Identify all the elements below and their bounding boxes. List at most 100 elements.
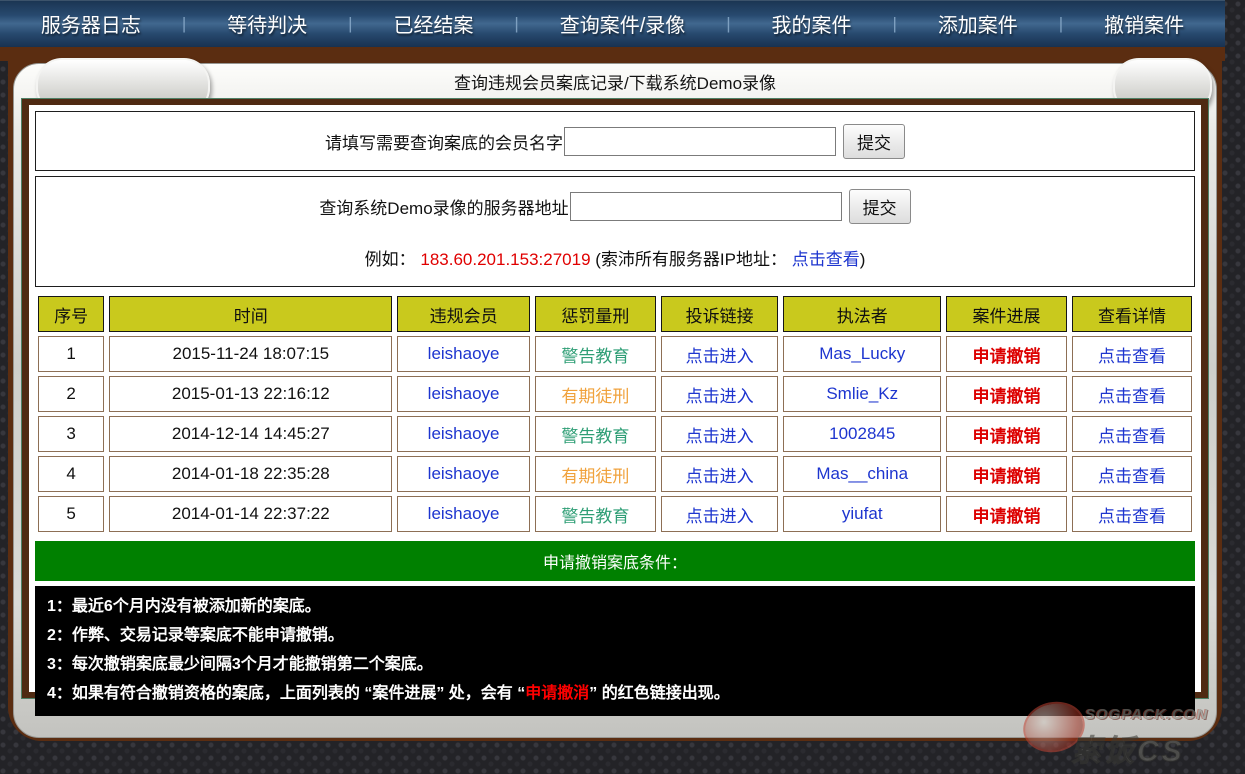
cell-penalty: 警告教育 [534, 496, 656, 532]
member-query-submit-button[interactable]: 提交 [843, 124, 905, 159]
complaint-link[interactable]: 点击进入 [686, 387, 754, 406]
nav-separator: | [181, 13, 187, 33]
example-line: 例如： 183.60.201.153:27019 (索沛所有服务器IP地址： 点… [36, 235, 1194, 286]
cell-detail: 点击查看 [1072, 336, 1192, 372]
cell-progress: 申请撤销 [946, 496, 1068, 532]
cell-member: leishaoye [397, 416, 530, 452]
member-query-box: 请填写需要查询案底的会员名字 提交 [35, 111, 1195, 171]
apply-revoke-link[interactable]: 申请撤销 [973, 427, 1041, 446]
apply-revoke-link[interactable]: 申请撤销 [973, 507, 1041, 526]
member-link[interactable]: leishaoye [428, 384, 500, 403]
condition-line-1: 1：最近6个月内没有被添加新的案底。 [47, 598, 321, 615]
enforcer-link[interactable]: Mas__china [816, 464, 908, 483]
revoke-conditions-bar: 申请撤销案底条件： [35, 541, 1195, 581]
example-middle-text: (索沛所有服务器IP地址： [590, 250, 792, 269]
col-header-progress: 案件进展 [946, 296, 1068, 332]
enforcer-link[interactable]: Mas_Lucky [819, 344, 905, 363]
content-area: 请填写需要查询案底的会员名字 提交 查询系统Demo录像的服务器地址 提交 例如： … [29, 105, 1201, 716]
penalty-label: 有期徒刑 [561, 466, 630, 486]
cell-no: 3 [38, 416, 105, 452]
cell-progress: 申请撤销 [946, 416, 1068, 452]
cell-penalty: 警告教育 [534, 336, 656, 372]
col-header-detail: 查看详情 [1072, 296, 1192, 332]
cell-complaint: 点击进入 [660, 336, 779, 372]
cell-member: leishaoye [397, 336, 530, 372]
nav-item-pending-judgment[interactable]: 等待判决 [227, 9, 307, 38]
cell-complaint: 点击进入 [660, 456, 779, 492]
cell-enforcer: yiufat [783, 496, 942, 532]
condition-4-prefix: 4：如果有符合撤销资格的案底，上面列表的 “案件进展” 处，会有 “ [47, 685, 526, 702]
case-records-table: 序号 时间 违规会员 惩罚量刑 投诉链接 执法者 案件进展 查看详情 1 201… [33, 292, 1197, 536]
cell-no: 4 [38, 456, 105, 492]
member-link[interactable]: leishaoye [428, 504, 500, 523]
cell-time: 2014-01-14 22:37:22 [109, 496, 393, 532]
view-detail-link[interactable]: 点击查看 [1098, 507, 1166, 526]
cell-penalty: 有期徒刑 [534, 456, 656, 492]
apply-revoke-link[interactable]: 申请撤销 [973, 347, 1041, 366]
enforcer-link[interactable]: Smlie_Kz [826, 384, 898, 403]
cell-enforcer: Smlie_Kz [783, 376, 942, 412]
enforcer-link[interactable]: 1002845 [829, 424, 895, 443]
col-header-enforcer: 执法者 [783, 296, 942, 332]
table-row: 5 2014-01-14 22:37:22 leishaoye 警告教育 点击进… [38, 496, 1192, 532]
example-suffix: ) [859, 250, 866, 269]
view-detail-link[interactable]: 点击查看 [1098, 467, 1166, 486]
apply-revoke-link[interactable]: 申请撤销 [973, 467, 1041, 486]
table-row: 3 2014-12-14 14:45:27 leishaoye 警告教育 点击进… [38, 416, 1192, 452]
complaint-link[interactable]: 点击进入 [686, 427, 754, 446]
enforcer-link[interactable]: yiufat [842, 504, 883, 523]
condition-4-suffix: ” 的红色链接出现。 [589, 685, 730, 702]
view-detail-link[interactable]: 点击查看 [1098, 347, 1166, 366]
cell-detail: 点击查看 [1072, 416, 1192, 452]
demo-query-label: 查询系统Demo录像的服务器地址 [319, 199, 569, 218]
col-header-time: 时间 [109, 296, 393, 332]
penalty-label: 警告教育 [561, 506, 630, 526]
nav-item-server-log[interactable]: 服务器日志 [41, 9, 141, 38]
table-row: 2 2015-01-13 22:16:12 leishaoye 有期徒刑 点击进… [38, 376, 1192, 412]
demo-query-submit-button[interactable]: 提交 [848, 189, 911, 224]
cell-complaint: 点击进入 [660, 496, 779, 532]
condition-line-4: 4：如果有符合撤销资格的案底，上面列表的 “案件进展” 处，会有 “申请撤消” … [47, 679, 1183, 708]
nav-separator: | [348, 13, 353, 33]
nav-separator: | [892, 13, 897, 33]
view-all-servers-link[interactable]: 点击查看 [792, 250, 860, 269]
cell-time: 2014-01-18 22:35:28 [109, 456, 393, 492]
view-detail-link[interactable]: 点击查看 [1098, 427, 1166, 446]
cell-complaint: 点击进入 [660, 416, 779, 452]
member-link[interactable]: leishaoye [428, 464, 500, 483]
table-row: 1 2015-11-24 18:07:15 leishaoye 警告教育 点击进… [38, 336, 1192, 372]
nav-item-my-cases[interactable]: 我的案件 [772, 9, 852, 38]
cell-detail: 点击查看 [1072, 456, 1192, 492]
col-header-complaint: 投诉链接 [660, 296, 779, 332]
complaint-link[interactable]: 点击进入 [686, 347, 754, 366]
member-query-label: 请填写需要查询案底的会员名字 [325, 134, 563, 153]
nav-item-query-cases[interactable]: 查询案件/录像 [560, 9, 686, 38]
penalty-label: 警告教育 [561, 346, 630, 366]
revoke-conditions-box: 1：最近6个月内没有被添加新的案底。 2：作弊、交易记录等案底不能申请撤销。 3… [35, 586, 1195, 716]
cell-member: leishaoye [397, 376, 530, 412]
server-address-input[interactable] [569, 192, 842, 221]
view-detail-link[interactable]: 点击查看 [1098, 387, 1166, 406]
cell-member: leishaoye [397, 456, 530, 492]
complaint-link[interactable]: 点击进入 [686, 507, 754, 526]
nav-item-add-case[interactable]: 添加案件 [938, 9, 1018, 38]
apply-revoke-link[interactable]: 申请撤销 [973, 387, 1041, 406]
cell-no: 2 [38, 376, 105, 412]
member-link[interactable]: leishaoye [428, 344, 500, 363]
table-row: 4 2014-01-18 22:35:28 leishaoye 有期徒刑 点击进… [38, 456, 1192, 492]
cell-enforcer: Mas__china [783, 456, 942, 492]
member-link[interactable]: leishaoye [428, 424, 500, 443]
demo-query-box: 查询系统Demo录像的服务器地址 提交 例如： 183.60.201.153:27… [35, 176, 1195, 287]
example-prefix: 例如： [364, 250, 421, 269]
col-header-member: 违规会员 [397, 296, 530, 332]
col-header-no: 序号 [38, 296, 105, 332]
cell-no: 1 [38, 336, 105, 372]
penalty-label: 有期徒刑 [561, 386, 630, 406]
complaint-link[interactable]: 点击进入 [686, 467, 754, 486]
table-header-row: 序号 时间 违规会员 惩罚量刑 投诉链接 执法者 案件进展 查看详情 [38, 296, 1192, 332]
member-name-input[interactable] [564, 127, 836, 156]
nav-item-closed-cases[interactable]: 已经结案 [393, 9, 473, 38]
condition-line-3: 3：每次撤销案底最少间隔3个月才能撤销第二个案底。 [47, 656, 433, 673]
nav-separator: | [726, 13, 731, 33]
nav-item-revoke-case[interactable]: 撤销案件 [1104, 9, 1184, 38]
